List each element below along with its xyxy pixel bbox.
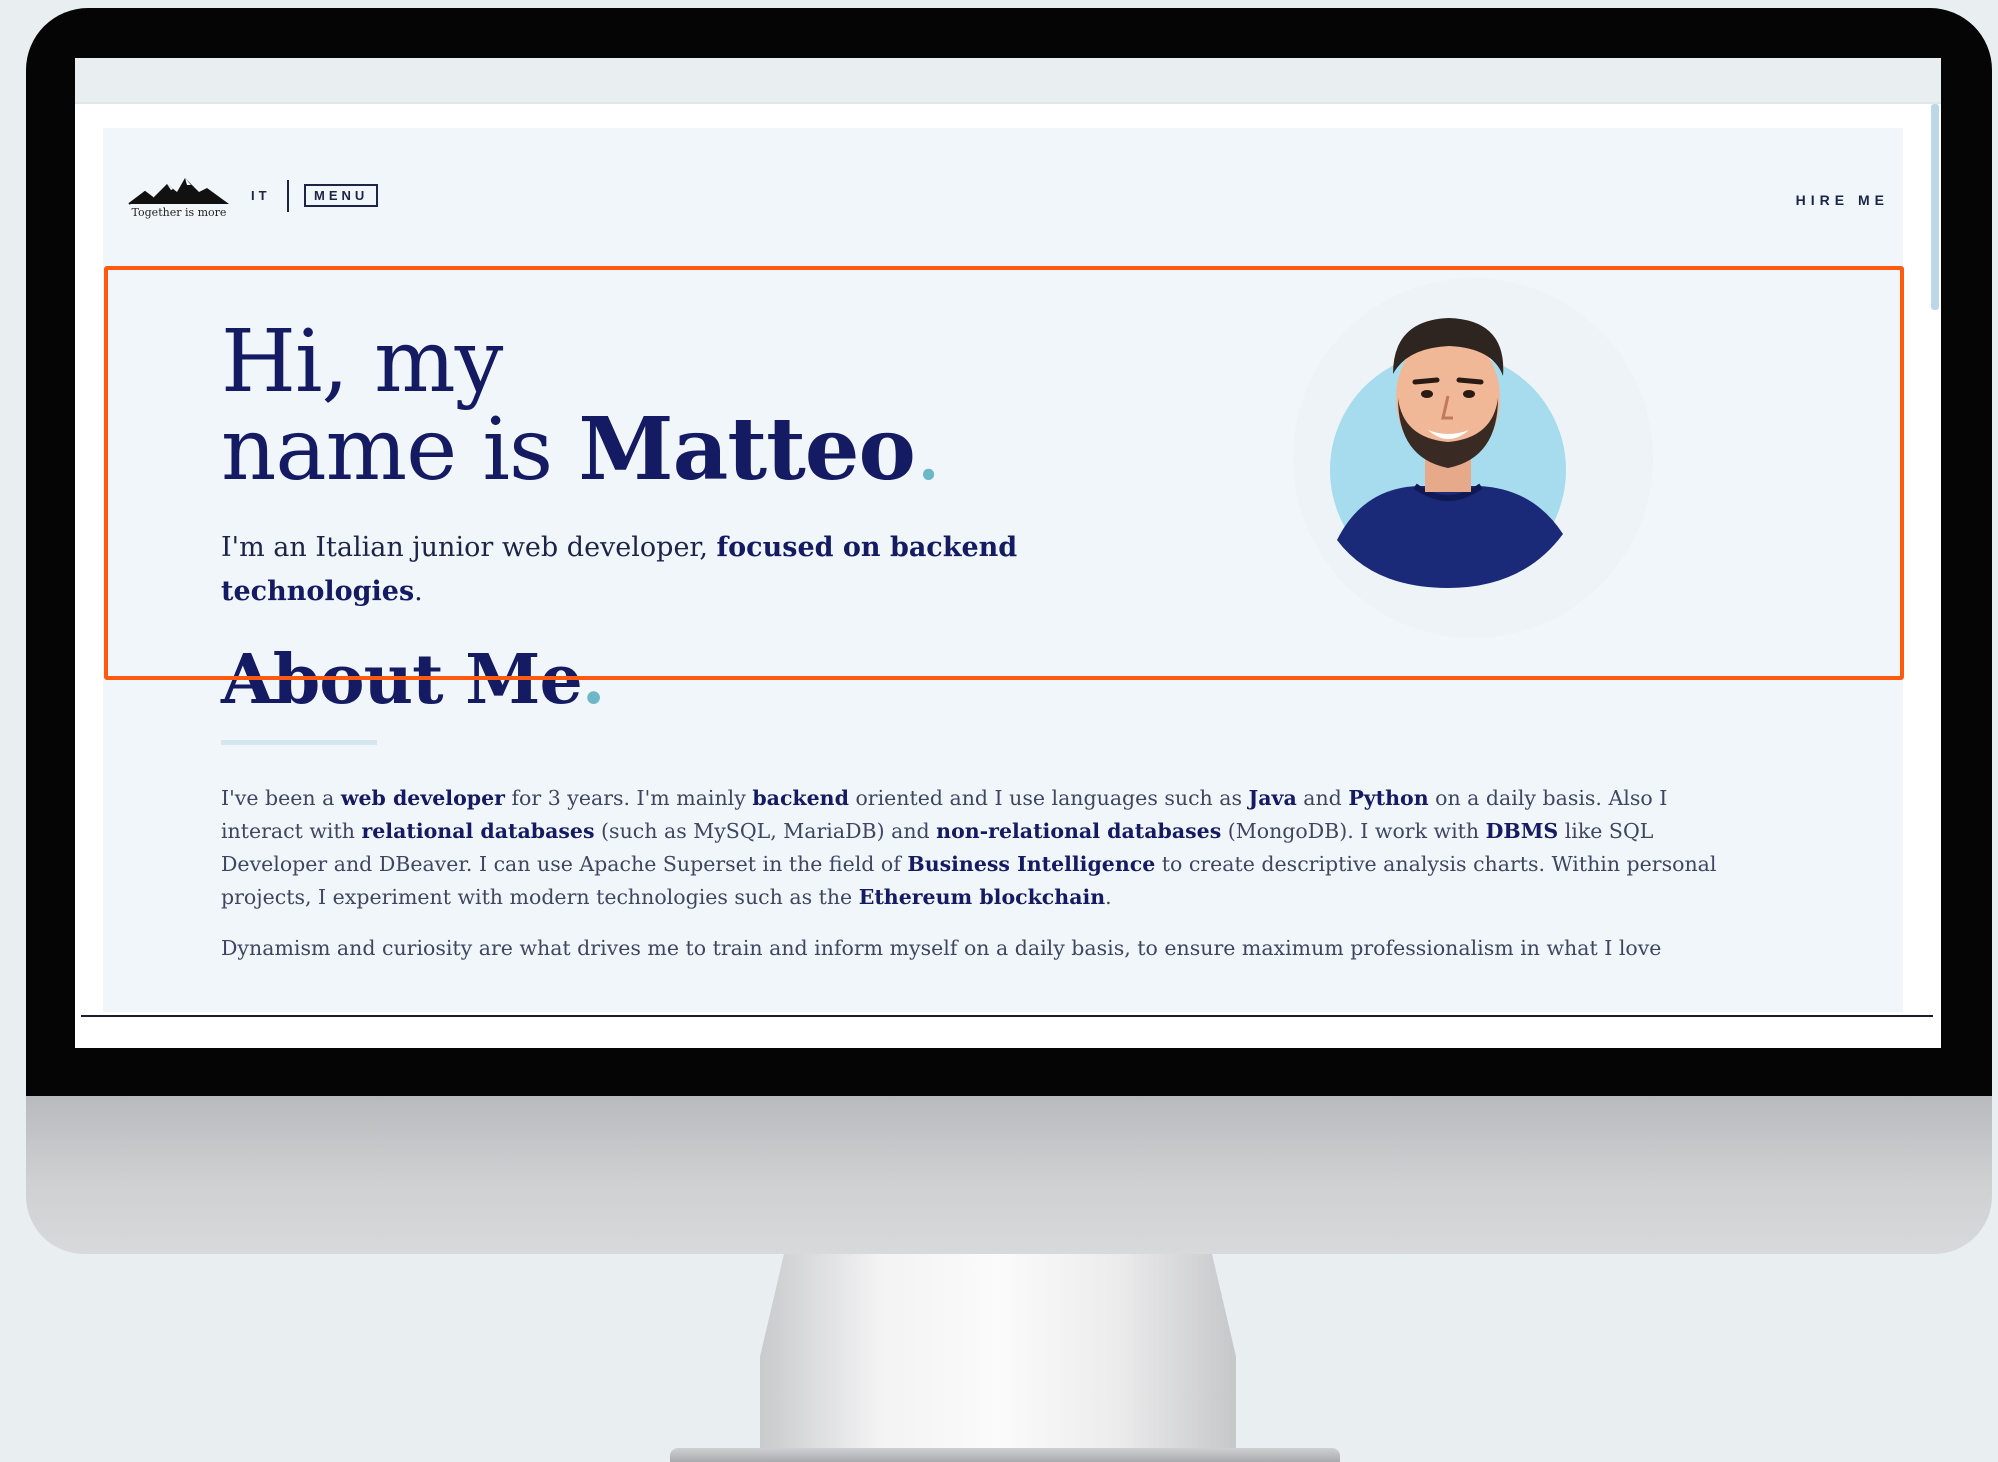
about-text: .: [1105, 885, 1112, 909]
about-title-text: About Me: [221, 640, 583, 720]
about-keyword: Java: [1248, 786, 1297, 810]
about-keyword: Ethereum blockchain: [858, 885, 1106, 909]
logo-tagline: Together is more: [131, 206, 227, 219]
hero-subtitle-end: .: [414, 576, 423, 607]
about-keyword: relational databases: [361, 819, 595, 843]
about-text: and: [1296, 786, 1349, 810]
avatar: [1330, 318, 1566, 588]
about-keyword: web developer: [340, 786, 505, 810]
about-text: (such as MySQL, MariaDB) and: [594, 819, 937, 843]
mountain-logo-icon: [128, 178, 229, 205]
browser-top-bar: [75, 58, 1941, 104]
monitor-stand-base: [670, 1448, 1340, 1462]
nav-divider: [287, 180, 289, 212]
hero-subtitle: I'm an Italian junior web developer, foc…: [221, 526, 1041, 614]
about-keyword: backend: [752, 786, 849, 810]
site-logo[interactable]: Together is more: [127, 168, 231, 226]
about-paragraph-1: I've been a web developer for 3 years. I…: [221, 782, 1721, 914]
about-text: I've been a: [221, 786, 341, 810]
hero-title: Hi, my name is Matteo.: [221, 318, 942, 494]
monitor-stand: [760, 1254, 1236, 1459]
menu-button[interactable]: MENU: [304, 184, 379, 207]
scrollbar-thumb[interactable]: [1931, 104, 1939, 310]
language-switch[interactable]: IT: [251, 188, 271, 203]
web-page: Together is more IT MENU HIRE ME Hi, my n…: [103, 128, 1903, 1012]
monitor-chin: [26, 1096, 1992, 1254]
hero-title-line1: Hi, my: [221, 312, 503, 412]
hero-title-name: Matteo: [578, 399, 915, 500]
about-keyword: Business Intelligence: [907, 852, 1156, 876]
screen-bottom-divider: [81, 1015, 1933, 1017]
hero-subtitle-plain: I'm an Italian junior web developer,: [221, 532, 717, 563]
about-keyword: DBMS: [1485, 819, 1559, 843]
about-underline: [221, 740, 377, 745]
about-title: About Me.: [221, 640, 606, 720]
about-keyword: non-relational databases: [936, 819, 1222, 843]
hero-title-prefix: name is: [221, 400, 579, 500]
about-text: for 3 years. I'm mainly: [504, 786, 753, 810]
hire-me-link[interactable]: HIRE ME: [1796, 192, 1889, 208]
about-paragraph-2: Dynamism and curiosity are what drives m…: [221, 936, 1662, 960]
about-text: (MongoDB). I work with: [1221, 819, 1486, 843]
about-keyword: Python: [1348, 786, 1429, 810]
about-text: oriented and I use languages such as: [848, 786, 1249, 810]
about-title-dot: .: [581, 640, 606, 720]
hero-title-dot: .: [914, 400, 942, 500]
monitor-screen: Together is more IT MENU HIRE ME Hi, my n…: [75, 58, 1941, 1048]
